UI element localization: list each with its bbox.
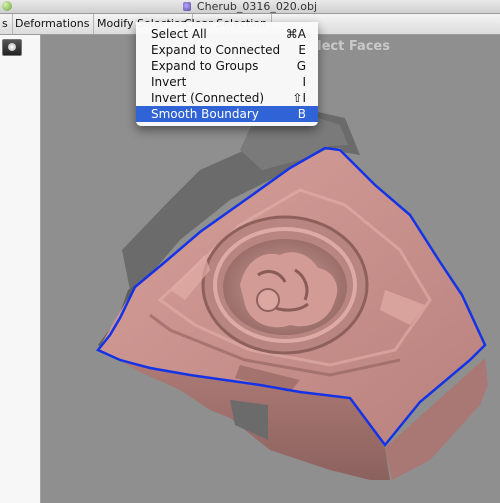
menu-deformations[interactable]: Deformations bbox=[11, 14, 95, 34]
menu-item-label: Select All bbox=[151, 27, 207, 41]
menu-item-label: Invert (Connected) bbox=[151, 91, 265, 105]
shortcut-label: I bbox=[302, 75, 306, 89]
sphere-icon bbox=[8, 43, 16, 51]
sphere-view-button[interactable] bbox=[2, 39, 22, 56]
menu-item-select-all[interactable]: Select All ⌘A bbox=[136, 26, 318, 42]
menu-item-expand-connected[interactable]: Expand to Connected E bbox=[136, 42, 318, 58]
menu-item-smooth-boundary[interactable]: Smooth Boundary B bbox=[136, 106, 318, 122]
shortcut-label: ⇧I bbox=[292, 91, 306, 105]
mesh-side-shadow bbox=[230, 400, 268, 440]
menu-item-invert[interactable]: Invert I bbox=[136, 74, 318, 90]
shortcut-label: E bbox=[298, 43, 306, 57]
modify-selection-dropdown: Select All ⌘A Expand to Connected E Expa… bbox=[136, 22, 318, 126]
app-status-icon[interactable] bbox=[2, 1, 12, 11]
shortcut-label: G bbox=[296, 59, 306, 73]
menu-item-invert-connected[interactable]: Invert (Connected) ⇧I bbox=[136, 90, 318, 106]
window-title: Cherub_0316_020.obj bbox=[196, 0, 318, 13]
menu-item-label: Expand to Groups bbox=[151, 59, 259, 73]
document-icon bbox=[182, 2, 191, 11]
shortcut-label: ⌘A bbox=[285, 27, 306, 41]
menu-item-label: Smooth Boundary bbox=[151, 107, 259, 121]
tool-panel bbox=[0, 35, 41, 503]
cherub-head bbox=[256, 288, 280, 312]
menu-item-label: Expand to Connected bbox=[151, 43, 281, 57]
menu-item-expand-groups[interactable]: Expand to Groups G bbox=[136, 58, 318, 74]
menu-item-label: Invert bbox=[151, 75, 187, 89]
shortcut-label: B bbox=[297, 107, 306, 121]
window-titlebar: Cherub_0316_020.obj bbox=[0, 0, 500, 14]
